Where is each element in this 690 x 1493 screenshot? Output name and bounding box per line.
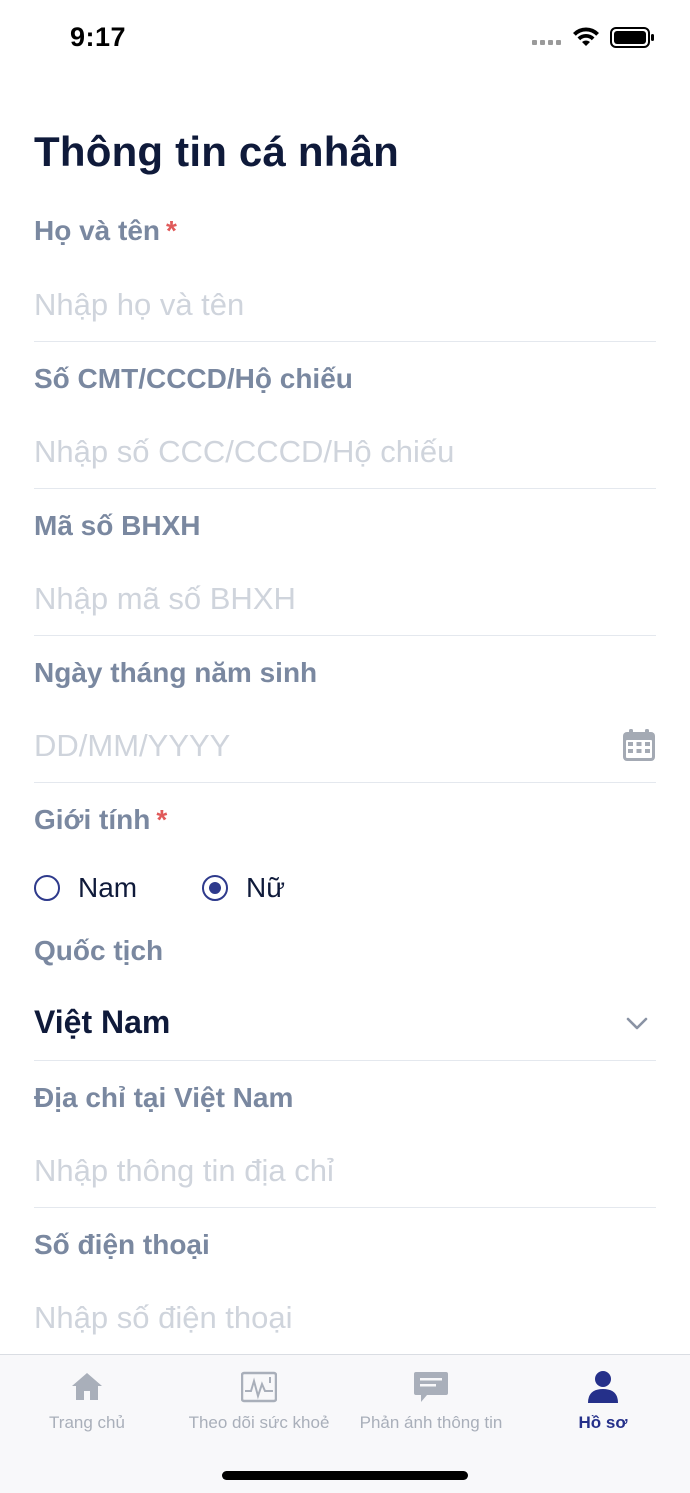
calendar-icon[interactable] bbox=[622, 728, 656, 762]
required-mark: * bbox=[166, 215, 177, 246]
tab-label: Trang chủ bbox=[49, 1413, 125, 1432]
tab-label: Theo dõi sức khoẻ bbox=[188, 1413, 330, 1432]
id-number-field: Số CMT/CCCD/Hộ chiếu bbox=[34, 363, 656, 472]
full-name-input[interactable] bbox=[34, 285, 656, 325]
gender-field: Giới tính * bbox=[34, 804, 656, 836]
social-insurance-field: Mã số BHXH bbox=[34, 510, 656, 619]
phone-label: Số điện thoại bbox=[34, 1229, 210, 1260]
feedback-message-icon bbox=[414, 1372, 448, 1402]
social-insurance-label: Mã số BHXH bbox=[34, 510, 201, 541]
tab-label: Hồ sơ bbox=[578, 1413, 628, 1432]
bottom-tab-bar: Trang chủ Theo dõi sức khoẻ Phản ánh thô… bbox=[0, 1354, 690, 1493]
home-indicator[interactable] bbox=[222, 1471, 468, 1480]
id-number-label: Số CMT/CCCD/Hộ chiếu bbox=[34, 363, 353, 394]
divider bbox=[34, 635, 656, 636]
divider bbox=[34, 341, 656, 342]
gender-radio-group: Nam Nữ bbox=[34, 872, 285, 904]
divider bbox=[34, 1207, 656, 1208]
tab-health-monitor[interactable]: Theo dõi sức khoẻ bbox=[173, 1355, 345, 1455]
full-name-label: Họ và tên * bbox=[34, 215, 177, 246]
birth-date-input[interactable] bbox=[34, 726, 604, 766]
nationality-select[interactable]: Việt Nam bbox=[34, 1004, 170, 1041]
divider bbox=[34, 1060, 656, 1061]
chevron-down-icon[interactable] bbox=[624, 1010, 650, 1036]
nationality-label: Quốc tịch bbox=[34, 935, 164, 966]
nationality-field: Quốc tịch bbox=[34, 935, 656, 967]
cellular-signal-icon bbox=[532, 40, 561, 45]
phone-input[interactable] bbox=[34, 1298, 656, 1338]
status-bar: 9:17 bbox=[0, 0, 690, 80]
address-field: Địa chỉ tại Việt Nam bbox=[34, 1082, 656, 1191]
gender-option-label: Nam bbox=[78, 872, 138, 903]
tab-home[interactable]: Trang chủ bbox=[1, 1355, 173, 1455]
status-time: 9:17 bbox=[70, 22, 127, 52]
birth-date-field: Ngày tháng năm sinh bbox=[34, 657, 656, 766]
health-monitor-icon bbox=[241, 1371, 277, 1403]
full-name-field: Họ và tên * bbox=[34, 215, 656, 325]
tab-label: Phản ánh thông tin bbox=[359, 1413, 503, 1432]
divider bbox=[34, 782, 656, 783]
tab-profile[interactable]: Hồ sơ bbox=[517, 1355, 689, 1455]
address-label: Địa chỉ tại Việt Nam bbox=[34, 1082, 294, 1113]
required-mark: * bbox=[156, 804, 168, 835]
gender-option-male[interactable]: Nam bbox=[34, 872, 202, 904]
address-input[interactable] bbox=[34, 1151, 656, 1191]
social-insurance-input[interactable] bbox=[34, 579, 656, 619]
page-title: Thông tin cá nhân bbox=[34, 128, 400, 175]
gender-option-female[interactable]: Nữ bbox=[202, 872, 285, 904]
radio-unchecked-icon[interactable] bbox=[34, 875, 60, 901]
phone-field: Số điện thoại bbox=[34, 1229, 656, 1338]
gender-option-label: Nữ bbox=[246, 872, 285, 903]
battery-icon bbox=[610, 27, 654, 48]
divider bbox=[34, 488, 656, 489]
wifi-icon bbox=[573, 27, 599, 46]
id-number-input[interactable] bbox=[34, 432, 656, 472]
tab-feedback[interactable]: Phản ánh thông tin bbox=[345, 1355, 517, 1455]
radio-checked-icon[interactable] bbox=[202, 875, 228, 901]
profile-icon bbox=[588, 1371, 618, 1403]
gender-label: Giới tính * bbox=[34, 804, 168, 835]
home-icon bbox=[72, 1373, 102, 1400]
birth-date-label: Ngày tháng năm sinh bbox=[34, 657, 318, 688]
